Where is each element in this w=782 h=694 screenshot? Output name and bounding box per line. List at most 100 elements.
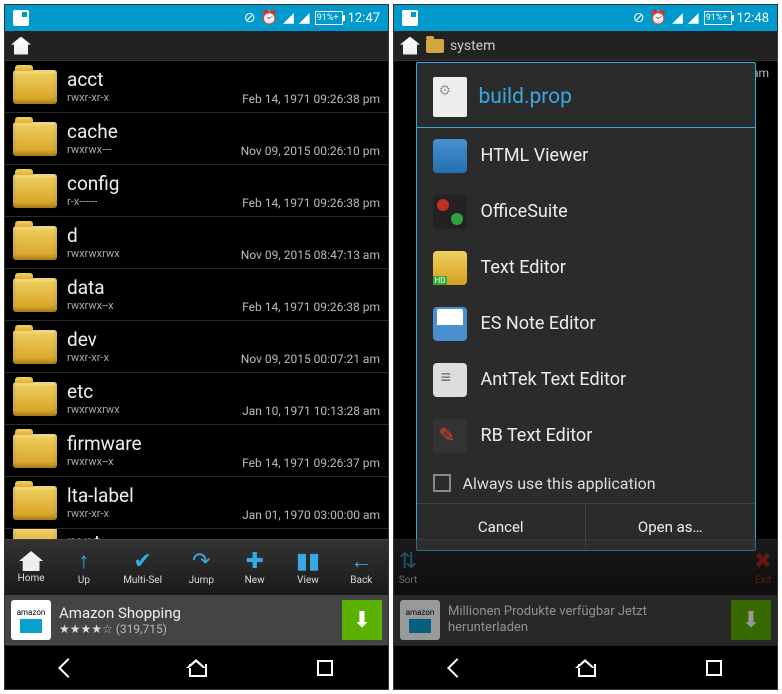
file-perms: r-x------ <box>67 195 242 208</box>
do-not-disturb-icon: ⊘ <box>244 10 256 26</box>
folder-icon <box>13 486 57 520</box>
nav-back-icon[interactable] <box>447 658 467 678</box>
open-with-dialog: build.prop HTML ViewerOfficeSuite Text Ed… <box>416 62 756 551</box>
home-icon[interactable] <box>400 37 420 55</box>
multisel-button[interactable]: ✔Multi-Sel <box>123 549 162 586</box>
amazon-icon: amazon <box>11 600 51 640</box>
file-date: Feb 14, 1971 09:26:37 pm <box>242 456 380 470</box>
app-icon <box>433 419 467 453</box>
file-date: Nov 09, 2015 08:47:13 am <box>241 248 380 262</box>
download-button[interactable]: ⬇ <box>731 600 771 640</box>
phone-right: ⊘ ⏰ ◢ ◢ 91%+ 12:48 system rwxrwx--- Jan … <box>393 4 778 690</box>
file-name: dev <box>67 330 241 349</box>
file-row[interactable]: firmware rwxrwx--x Feb 14, 1971 09:26:37… <box>5 425 388 477</box>
file-date: Feb 14, 1971 09:26:38 pm <box>242 196 380 210</box>
download-button[interactable]: ⬇ <box>342 600 382 640</box>
file-date: Nov 09, 2015 00:26:10 pm <box>241 144 380 158</box>
up-button[interactable]: ↑Up <box>70 549 98 586</box>
nav-recent-icon[interactable] <box>706 660 722 676</box>
notepad-icon <box>13 10 29 26</box>
file-row[interactable]: config r-x------ Feb 14, 1971 09:26:38 p… <box>5 165 388 217</box>
back-icon: ← <box>347 549 375 573</box>
file-row[interactable]: acct rwxr-xr-x Feb 14, 1971 09:26:38 pm <box>5 61 388 113</box>
app-option-es-note-editor[interactable]: ES Note Editor <box>417 296 755 352</box>
app-label: Text Editor <box>481 257 566 278</box>
file-row[interactable]: mnt <box>5 529 388 539</box>
file-perms: rwxr-xr-x <box>67 507 242 520</box>
view-button[interactable]: ▮▮View <box>294 549 322 586</box>
status-bar: ⊘ ⏰ ◢ ◢ 91%+ 12:47 <box>5 5 388 31</box>
app-option-html-viewer[interactable]: HTML Viewer <box>417 128 755 184</box>
clock: 12:47 <box>348 11 380 26</box>
exit-button[interactable]: ✖Exit <box>749 549 777 586</box>
ad-banner[interactable]: amazon Millionen Produkte verfügbar Jetz… <box>394 595 777 645</box>
always-use-row[interactable]: Always use this application <box>417 464 755 503</box>
file-date: Feb 14, 1971 09:26:38 pm <box>242 92 380 106</box>
new-button[interactable]: ✚New <box>241 549 269 586</box>
app-bar <box>5 31 388 61</box>
dialog-overlay: build.prop HTML ViewerOfficeSuiteText Ed… <box>394 117 777 495</box>
file-name: data <box>67 278 242 297</box>
file-icon <box>433 77 467 117</box>
app-option-anttek-text-editor[interactable]: AntTek Text Editor <box>417 352 755 408</box>
home-button[interactable]: Home <box>18 551 45 584</box>
file-row[interactable]: data rwxrwx--x Feb 14, 1971 09:26:38 pm <box>5 269 388 321</box>
bottom-toolbar: Home ↑Up ✔Multi-Sel ↷Jump ✚New ▮▮View ←Back <box>5 539 388 595</box>
file-list[interactable]: acct rwxr-xr-x Feb 14, 1971 09:26:38 pm … <box>5 61 388 539</box>
home-icon[interactable] <box>11 37 31 55</box>
breadcrumb[interactable]: system <box>450 38 495 54</box>
signal-icon: ◢ <box>688 10 699 26</box>
nav-home-icon[interactable] <box>575 659 595 677</box>
app-icon <box>433 363 467 397</box>
phone-left: ⊘ ⏰ ◢ ◢ 91%+ 12:47 acct rwxr-xr-x Feb 14… <box>4 4 389 690</box>
alarm-icon: ⏰ <box>650 10 667 26</box>
battery-icon: 91%+ <box>704 11 732 25</box>
app-option-rb-text-editor[interactable]: RB Text Editor <box>417 408 755 464</box>
sort-button[interactable]: ⇅Sort <box>394 549 422 586</box>
file-name: cache <box>67 122 241 141</box>
home-icon <box>19 551 43 571</box>
nav-recent-icon[interactable] <box>317 660 333 676</box>
checkbox-icon[interactable] <box>433 474 451 492</box>
back-button[interactable]: ←Back <box>347 549 375 586</box>
file-perms: rwxrwxrwx <box>67 247 241 260</box>
app-icon <box>433 195 467 229</box>
file-row[interactable]: lta-label rwxr-xr-x Jan 01, 1970 03:00:0… <box>5 477 388 529</box>
file-perms: rwxr-xr-x <box>67 351 241 364</box>
file-row[interactable]: d rwxrwxrwx Nov 09, 2015 08:47:13 am <box>5 217 388 269</box>
nav-home-icon[interactable] <box>186 659 206 677</box>
folder-icon <box>13 226 57 260</box>
file-perms: rwxrwx--- <box>67 143 241 156</box>
folder-icon <box>13 529 57 539</box>
ad-banner[interactable]: amazon Amazon Shopping ★★★★☆ (319,715) ⬇ <box>5 595 388 645</box>
file-row[interactable]: dev rwxr-xr-x Nov 09, 2015 00:07:21 am <box>5 321 388 373</box>
ad-text: Millionen Produkte verfügbar Jetzt herun… <box>448 604 723 635</box>
jump-icon: ↷ <box>187 549 215 573</box>
status-bar: ⊘ ⏰ ◢ ◢ 91%+ 12:48 <box>394 5 777 31</box>
folder-icon <box>13 382 57 416</box>
folder-icon <box>13 122 57 156</box>
app-option-officesuite[interactable]: OfficeSuite <box>417 184 755 240</box>
file-name: lta-label <box>67 486 242 505</box>
app-option-text-editor[interactable]: Text Editor <box>417 240 755 296</box>
jump-button[interactable]: ↷Jump <box>187 549 215 586</box>
app-icon <box>433 139 467 173</box>
wifi-icon: ◢ <box>283 10 294 26</box>
app-icon <box>433 251 467 285</box>
dialog-title: build.prop <box>479 85 572 109</box>
folder-icon <box>426 39 444 53</box>
view-icon: ▮▮ <box>294 549 322 573</box>
new-icon: ✚ <box>241 549 269 573</box>
signal-icon: ◢ <box>299 10 310 26</box>
multi-sel-icon: ✔ <box>129 549 157 573</box>
file-date: Nov 09, 2015 00:07:21 am <box>241 352 380 366</box>
up-icon: ↑ <box>70 549 98 573</box>
file-row[interactable]: cache rwxrwx--- Nov 09, 2015 00:26:10 pm <box>5 113 388 165</box>
nav-back-icon[interactable] <box>58 658 78 678</box>
file-perms: rwxrwx--x <box>67 299 242 312</box>
file-row[interactable]: etc rwxrwxrwx Jan 10, 1971 10:13:28 am <box>5 373 388 425</box>
app-label: ES Note Editor <box>481 313 596 334</box>
bottom-toolbar: ⇅Sort ✖Exit <box>394 539 777 595</box>
file-name: etc <box>67 382 242 401</box>
file-date: Jan 01, 1970 03:00:00 am <box>242 508 380 522</box>
